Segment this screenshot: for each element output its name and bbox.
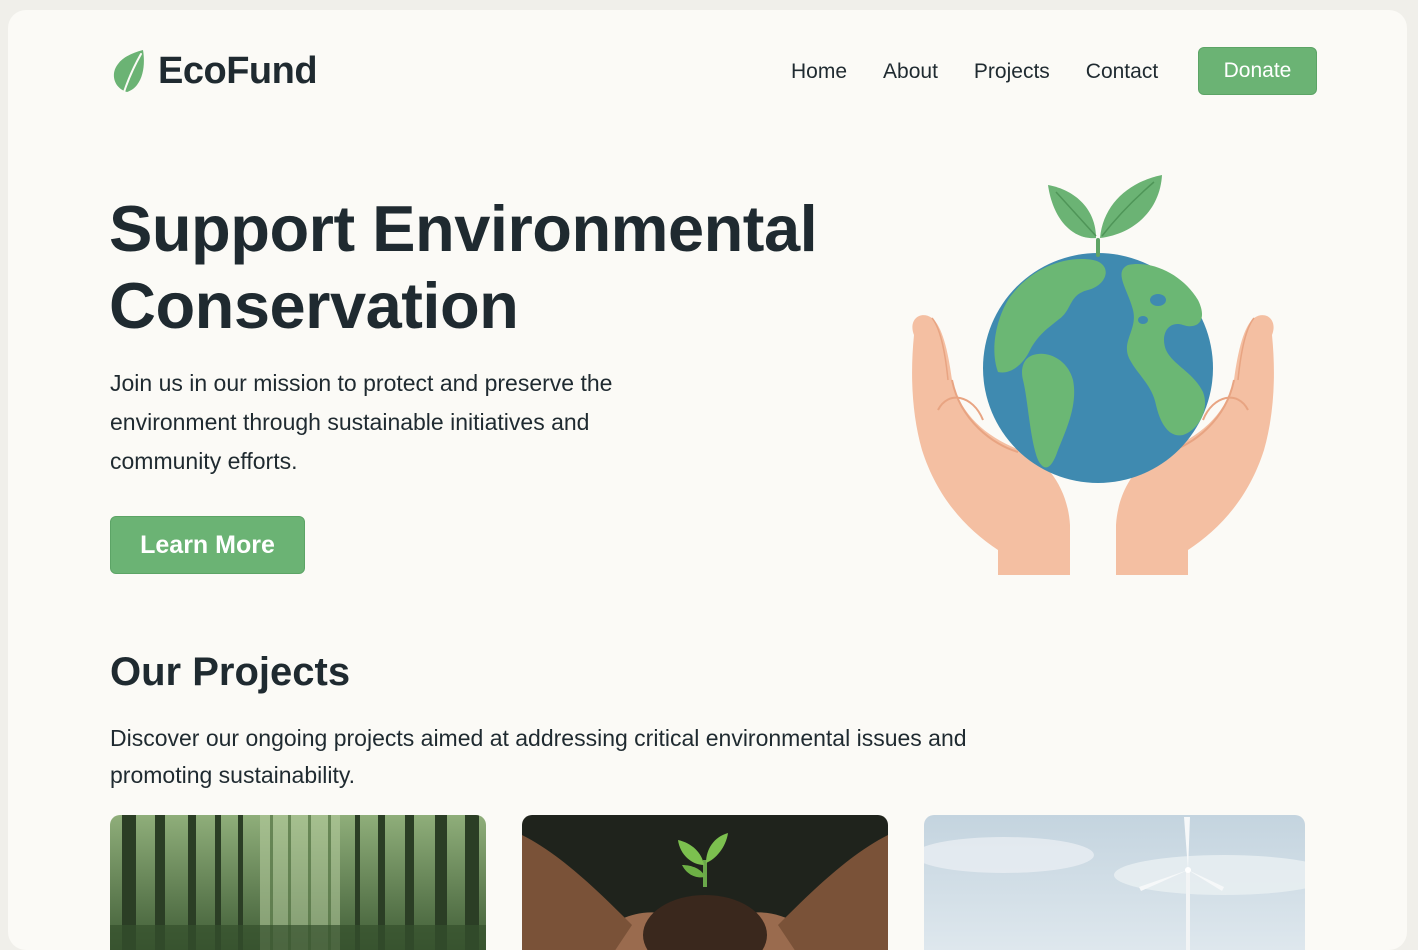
hero-description: Join us in our mission to protect and pr… [110, 370, 613, 474]
leaf-icon [113, 50, 144, 93]
brand-name: EcoFund [158, 49, 318, 92]
hands-holding-earth-illustration [912, 175, 1274, 575]
page: EcoFund Home About Projects Contact Dona… [8, 10, 1407, 950]
learn-more-button[interactable]: Learn More [110, 516, 305, 574]
nav-about[interactable]: About [883, 60, 938, 84]
main-nav: Home About Projects Contact [791, 60, 1194, 84]
wind-turbine-image [924, 815, 1305, 950]
hero-title: Support Environmental Conservation [109, 192, 818, 342]
earth-icon [983, 253, 1213, 483]
logo[interactable]: EcoFund [110, 48, 318, 94]
project-card-forest[interactable] [110, 815, 486, 950]
nav-projects[interactable]: Projects [974, 60, 1050, 84]
forest-image [110, 815, 486, 950]
projects-title: Our Projects [110, 650, 351, 694]
project-card-wind-energy[interactable] [924, 815, 1305, 950]
nav-contact[interactable]: Contact [1086, 60, 1158, 84]
sprout-icon [1048, 175, 1162, 257]
projects-description: Discover our ongoing projects aimed at a… [110, 725, 967, 788]
sapling-image [522, 815, 888, 950]
donate-button[interactable]: Donate [1198, 47, 1317, 95]
project-card-sapling[interactable] [522, 815, 888, 950]
nav-home[interactable]: Home [791, 60, 847, 84]
